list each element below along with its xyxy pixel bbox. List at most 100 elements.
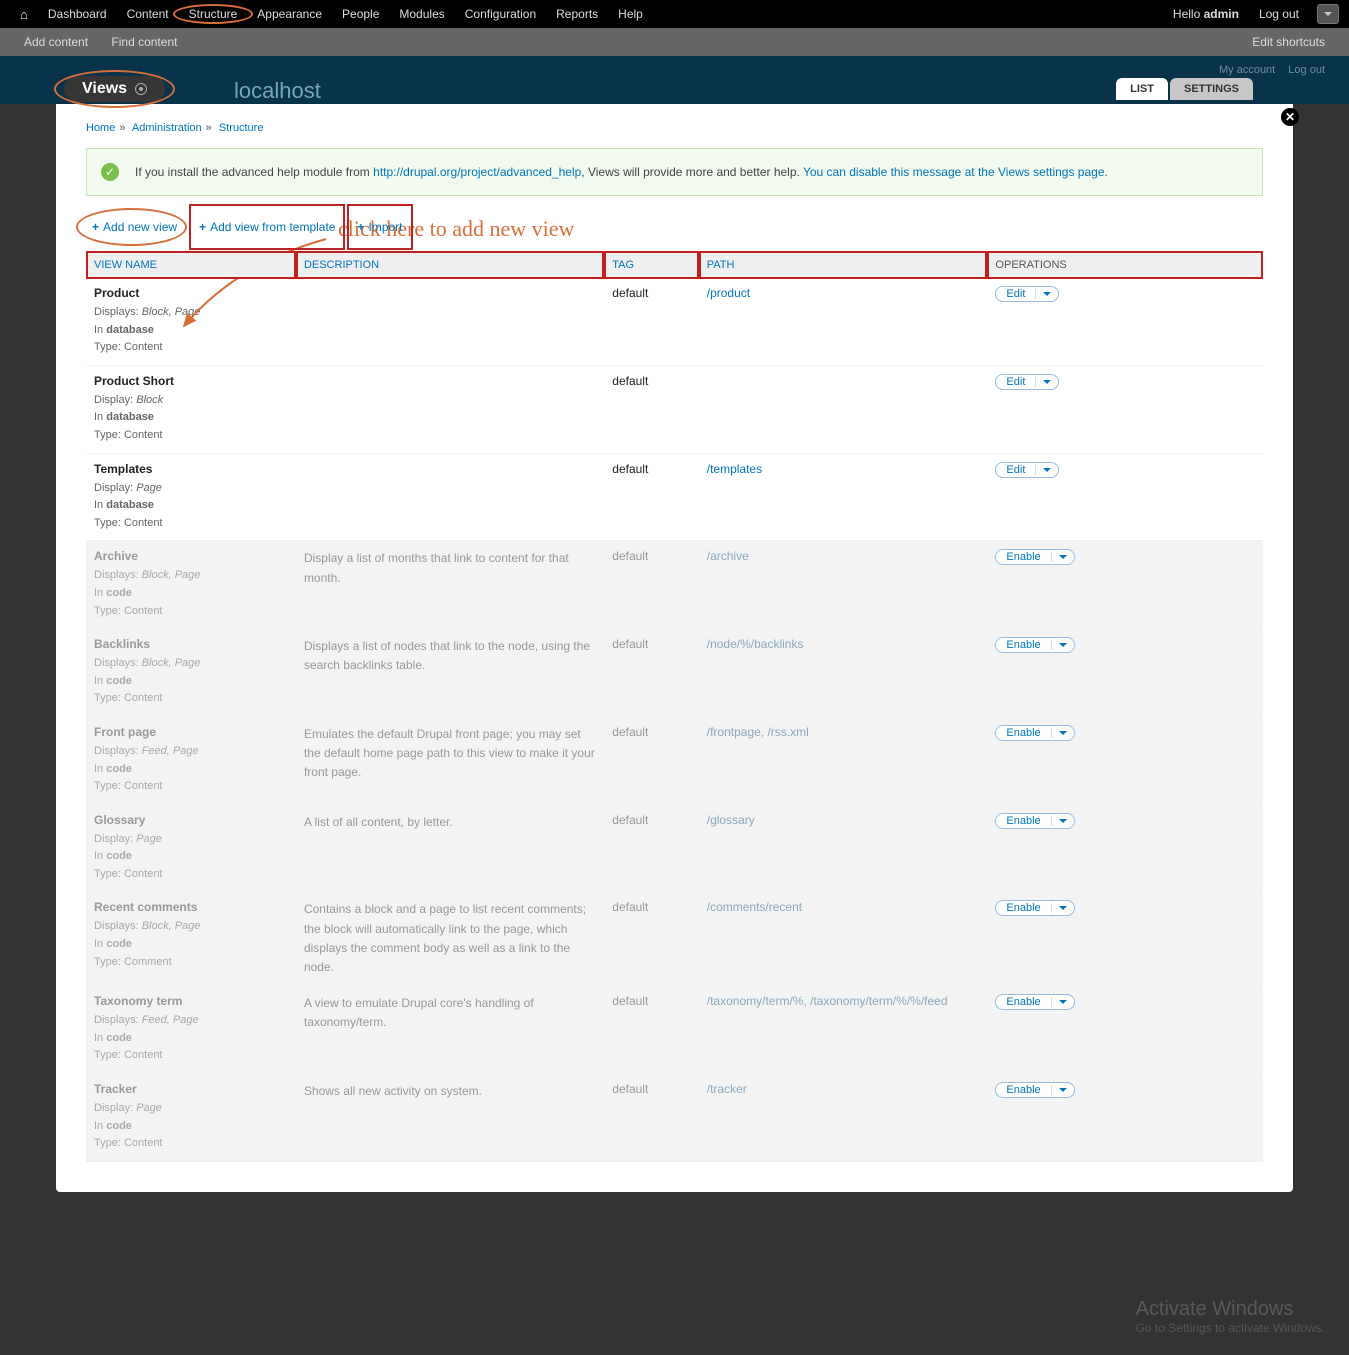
view-meta: Displays: Block, PageIn codeType: Conten… <box>94 655 288 708</box>
view-tag: default <box>604 716 698 804</box>
view-path-link[interactable]: /templates <box>707 462 762 476</box>
operation-button[interactable]: Enable <box>995 637 1074 653</box>
breadcrumb-home[interactable]: Home <box>86 122 115 134</box>
view-tag: default <box>604 278 698 366</box>
col-operations: OPERATIONS <box>987 253 1263 278</box>
nav-reports[interactable]: Reports <box>546 7 608 21</box>
operation-button[interactable]: Edit <box>995 462 1059 478</box>
view-path-link[interactable]: /taxonomy/term/%, /taxonomy/term/%/%/fee… <box>707 994 948 1008</box>
view-description: A list of all content, by letter. <box>296 804 604 892</box>
col-path[interactable]: PATH <box>699 253 988 278</box>
view-tag: default <box>604 453 698 541</box>
chevron-down-icon[interactable] <box>1051 816 1074 826</box>
tab-settings[interactable]: SETTINGS <box>1170 78 1253 100</box>
my-account-link[interactable]: My account <box>1219 64 1275 76</box>
view-tag: default <box>604 365 698 453</box>
view-tag: default <box>604 892 698 986</box>
add-new-view-link[interactable]: +Add new view <box>86 216 183 238</box>
tab-list[interactable]: LIST <box>1116 78 1168 100</box>
table-row: ProductDisplays: Block, PageIn databaseT… <box>86 278 1263 366</box>
edit-shortcuts-link[interactable]: Edit shortcuts <box>1242 35 1335 49</box>
chevron-down-icon[interactable] <box>1051 903 1074 913</box>
logout-link[interactable]: Log out <box>1249 7 1309 21</box>
operation-button[interactable]: Enable <box>995 813 1074 829</box>
windows-watermark: Activate Windows Go to Settings to activ… <box>1136 1298 1325 1335</box>
import-link[interactable]: +Import <box>351 216 408 238</box>
disable-message-link[interactable]: You can disable this message at the View… <box>803 165 1105 179</box>
nav-modules[interactable]: Modules <box>389 7 454 21</box>
col-tag[interactable]: TAG <box>604 253 698 278</box>
nav-structure[interactable]: Structure <box>179 7 248 21</box>
views-overlay: Views LIST SETTINGS ✕ click here to add … <box>56 104 1293 1192</box>
view-name: Templates <box>94 462 288 476</box>
topbar-dropdown[interactable] <box>1317 4 1339 24</box>
operation-button[interactable]: Enable <box>995 725 1074 741</box>
view-name: Front page <box>94 725 288 739</box>
view-path-link[interactable]: /archive <box>707 549 749 563</box>
operation-button[interactable]: Enable <box>995 900 1074 916</box>
chevron-down-icon[interactable] <box>1035 465 1058 475</box>
view-name: Glossary <box>94 813 288 827</box>
view-path-link[interactable]: /tracker <box>707 1082 747 1096</box>
view-description: Display a list of months that link to co… <box>296 541 604 629</box>
view-path-link[interactable]: /node/%/backlinks <box>707 637 804 651</box>
table-row: TrackerDisplay: PageIn codeType: Content… <box>86 1074 1263 1162</box>
nav-configuration[interactable]: Configuration <box>455 7 546 21</box>
chevron-down-icon[interactable] <box>1051 640 1074 650</box>
view-meta: Displays: Feed, PageIn codeType: Content <box>94 743 288 796</box>
view-path-link[interactable]: /comments/recent <box>707 900 802 914</box>
overlay-tabs: LIST SETTINGS <box>1116 78 1253 100</box>
nav-dashboard[interactable]: Dashboard <box>38 7 117 21</box>
nav-help[interactable]: Help <box>608 7 653 21</box>
operation-button[interactable]: Edit <box>995 286 1059 302</box>
chevron-down-icon[interactable] <box>1035 289 1058 299</box>
home-icon[interactable]: ⌂ <box>10 7 38 22</box>
view-description <box>296 278 604 366</box>
chevron-down-icon[interactable] <box>1051 728 1074 738</box>
shortcut-bar: Add content Find content Edit shortcuts <box>0 28 1349 56</box>
advanced-help-link[interactable]: http://drupal.org/project/advanced_help <box>373 165 581 179</box>
page-title: Views <box>64 76 165 102</box>
view-path-link[interactable]: /product <box>707 286 750 300</box>
close-icon[interactable]: ✕ <box>1281 108 1299 126</box>
operation-button[interactable]: Edit <box>995 374 1059 390</box>
view-tag: default <box>604 986 698 1074</box>
col-view-name[interactable]: VIEW NAME <box>86 253 296 278</box>
view-name: Product Short <box>94 374 288 388</box>
nav-people[interactable]: People <box>332 7 389 21</box>
chevron-down-icon[interactable] <box>1035 377 1058 387</box>
table-row: Recent comments Displays: Block, PageIn c… <box>86 892 1263 986</box>
help-message: ✓ If you install the advanced help modul… <box>86 148 1263 196</box>
view-meta: Displays: Block, PageIn codeType: Commen… <box>94 918 288 971</box>
view-meta: Display: BlockIn databaseType: Content <box>94 392 288 445</box>
add-view-from-template-link[interactable]: +Add view from template <box>193 216 341 238</box>
views-table: VIEW NAME DESCRIPTION TAG PATH OPERATION… <box>86 252 1263 1162</box>
view-meta: Display: PageIn codeType: Content <box>94 1100 288 1153</box>
header-logout-link[interactable]: Log out <box>1288 64 1325 76</box>
operation-button[interactable]: Enable <box>995 1082 1074 1098</box>
plus-icon: + <box>92 220 99 234</box>
view-name: Recent comments <box>94 900 288 914</box>
chevron-down-icon[interactable] <box>1051 997 1074 1007</box>
chevron-down-icon[interactable] <box>1051 1085 1074 1095</box>
plus-icon: + <box>357 220 364 234</box>
view-description: A view to emulate Drupal core's handling… <box>296 986 604 1074</box>
view-path-link[interactable]: /glossary <box>707 813 755 827</box>
find-content-link[interactable]: Find content <box>101 35 187 49</box>
view-path-link[interactable]: /frontpage, /rss.xml <box>707 725 809 739</box>
view-tag: default <box>604 541 698 629</box>
table-row: GlossaryDisplay: PageIn codeType: Conten… <box>86 804 1263 892</box>
breadcrumb-structure[interactable]: Structure <box>219 122 264 134</box>
breadcrumb-admin[interactable]: Administration <box>132 122 202 134</box>
chevron-down-icon[interactable] <box>1051 552 1074 562</box>
breadcrumb: Home» Administration» Structure <box>86 118 1263 148</box>
action-links: +Add new view +Add view from template +I… <box>86 216 1263 238</box>
view-name: Product <box>94 286 288 300</box>
operation-button[interactable]: Enable <box>995 994 1074 1010</box>
nav-content[interactable]: Content <box>117 7 179 21</box>
nav-appearance[interactable]: Appearance <box>247 7 332 21</box>
col-description[interactable]: DESCRIPTION <box>296 253 604 278</box>
operation-button[interactable]: Enable <box>995 549 1074 565</box>
site-name: localhost <box>234 78 321 104</box>
add-content-link[interactable]: Add content <box>14 35 98 49</box>
